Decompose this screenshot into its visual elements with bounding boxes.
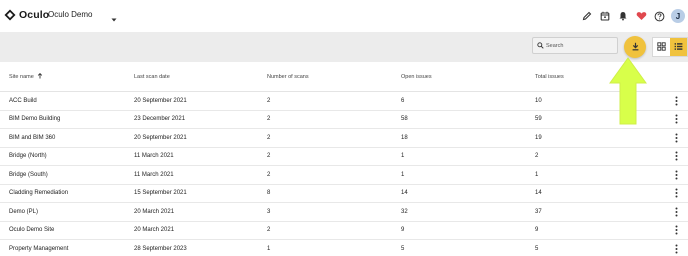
cell-last-scan-date: 28 September 2023 xyxy=(134,245,187,252)
cell-number-of-scans: 2 xyxy=(267,153,271,160)
cell-site-name[interactable]: BIM Demo Building xyxy=(9,116,60,122)
table-row[interactable]: BIM and BIM 360 20 September 2021 2 18 19 xyxy=(0,129,688,148)
grid-view-button[interactable] xyxy=(653,38,670,56)
cell-total-issues: 59 xyxy=(535,116,542,123)
column-header-total-issues[interactable]: Total issues xyxy=(535,74,564,80)
table-row[interactable]: ACC Build 20 September 2021 2 6 10 xyxy=(0,92,688,111)
row-menu-icon[interactable] xyxy=(672,150,680,162)
top-bar: Oculo Oculo Demo J xyxy=(0,0,688,32)
cell-number-of-scans: 8 xyxy=(267,190,271,197)
cell-number-of-scans: 2 xyxy=(267,171,271,178)
cell-open-issues: 1 xyxy=(401,153,405,160)
grid-view-icon xyxy=(657,38,666,56)
cell-total-issues: 19 xyxy=(535,134,542,141)
top-icons: J xyxy=(578,7,688,25)
pencil-icon[interactable] xyxy=(578,7,596,25)
cell-number-of-scans: 3 xyxy=(267,208,271,215)
cell-number-of-scans: 2 xyxy=(267,227,271,234)
cell-site-name[interactable]: Oculo Demo Site xyxy=(9,227,54,233)
table-row[interactable]: Cladding Remediation 15 September 2021 8 14… xyxy=(0,185,688,203)
cell-last-scan-date: 11 March 2021 xyxy=(134,153,174,160)
download-button[interactable] xyxy=(624,36,646,58)
cell-total-issues: 37 xyxy=(535,208,542,215)
cell-total-issues: 2 xyxy=(535,153,539,160)
table-header: Site name Last scan date Number of scans… xyxy=(0,62,688,92)
search-icon xyxy=(537,42,544,49)
cell-number-of-scans: 1 xyxy=(267,245,271,252)
view-toggle xyxy=(652,37,688,57)
table-row[interactable]: Property Management 28 September 2023 1 5 5 xyxy=(0,240,688,256)
cell-site-name[interactable]: Bridge (North) xyxy=(9,153,47,159)
sites-table: Site name Last scan date Number of scans… xyxy=(0,62,688,256)
project-selector[interactable]: Oculo Demo xyxy=(48,10,92,19)
caret-down-icon[interactable] xyxy=(110,11,118,22)
table-row[interactable]: Oculo Demo Site 20 March 2021 2 9 9 xyxy=(0,222,688,240)
user-avatar[interactable]: J xyxy=(671,9,685,23)
logo-mark-icon xyxy=(4,9,16,21)
cell-open-issues: 18 xyxy=(401,134,408,141)
cell-site-name[interactable]: Bridge (South) xyxy=(9,172,48,178)
download-icon xyxy=(631,38,640,56)
cell-last-scan-date: 11 March 2021 xyxy=(134,171,174,178)
help-icon[interactable] xyxy=(650,7,668,25)
cell-open-issues: 5 xyxy=(401,245,405,252)
table-row[interactable]: Bridge (South) 11 March 2021 2 1 1 xyxy=(0,166,688,185)
cell-total-issues: 14 xyxy=(535,190,542,197)
cell-open-issues: 9 xyxy=(401,227,405,234)
calendar-icon[interactable] xyxy=(596,7,614,25)
heart-icon[interactable] xyxy=(632,7,650,25)
cell-total-issues: 9 xyxy=(535,227,539,234)
cell-number-of-scans: 2 xyxy=(267,97,271,104)
cell-open-issues: 6 xyxy=(401,97,405,104)
cell-open-issues: 14 xyxy=(401,190,408,197)
column-header-site-name[interactable]: Site name xyxy=(9,72,43,81)
cell-open-issues: 58 xyxy=(401,116,408,123)
cell-last-scan-date: 20 March 2021 xyxy=(134,208,175,215)
bell-icon[interactable] xyxy=(614,7,632,25)
cell-open-issues: 32 xyxy=(401,208,408,215)
row-menu-icon[interactable] xyxy=(672,95,680,107)
cell-last-scan-date: 20 March 2021 xyxy=(134,227,175,234)
toolbar xyxy=(0,32,688,62)
cell-last-scan-date: 15 September 2021 xyxy=(134,190,187,197)
row-menu-icon[interactable] xyxy=(672,206,680,218)
table-row[interactable]: Bridge (North) 11 March 2021 2 1 2 xyxy=(0,148,688,166)
cell-number-of-scans: 2 xyxy=(267,116,271,123)
cell-last-scan-date: 20 September 2021 xyxy=(134,134,187,141)
project-name: Oculo Demo xyxy=(48,10,93,19)
cell-site-name[interactable]: BIM and BIM 360 xyxy=(9,135,55,141)
cell-last-scan-date: 20 September 2021 xyxy=(134,97,187,104)
column-header-number-of-scans[interactable]: Number of scans xyxy=(267,74,309,80)
column-header-label: Site name xyxy=(9,73,34,80)
annotation-arrow-icon xyxy=(608,57,648,125)
row-menu-icon[interactable] xyxy=(672,187,680,199)
logo-text: Oculo xyxy=(19,9,50,21)
cell-last-scan-date: 23 December 2021 xyxy=(134,116,186,123)
row-menu-icon[interactable] xyxy=(672,243,680,255)
table-row[interactable]: BIM Demo Building 23 December 2021 2 58 59 xyxy=(0,111,688,129)
table-row[interactable]: Demo (PL) 20 March 2021 3 32 37 xyxy=(0,203,688,222)
row-menu-icon[interactable] xyxy=(672,132,680,144)
table-body: ACC Build 20 September 2021 2 6 10 BIM Demo B… xyxy=(0,92,688,256)
search-input[interactable] xyxy=(546,42,616,49)
cell-site-name[interactable]: Cladding Remediation xyxy=(9,190,68,196)
cell-site-name[interactable]: Demo (PL) xyxy=(9,209,38,215)
oculo-logo[interactable]: Oculo xyxy=(4,9,49,21)
cell-site-name[interactable]: ACC Build xyxy=(9,98,37,104)
column-header-open-issues[interactable]: Open issues xyxy=(401,74,432,80)
row-menu-icon[interactable] xyxy=(672,113,680,125)
sort-ascending-icon[interactable] xyxy=(37,72,43,81)
list-view-button[interactable] xyxy=(670,38,687,56)
cell-total-issues: 10 xyxy=(535,97,542,104)
cell-total-issues: 5 xyxy=(535,245,539,252)
cell-site-name[interactable]: Property Management xyxy=(9,246,68,252)
list-view-icon xyxy=(674,38,683,56)
cell-number-of-scans: 2 xyxy=(267,134,271,141)
column-header-last-scan-date[interactable]: Last scan date xyxy=(134,74,170,80)
cell-open-issues: 1 xyxy=(401,171,405,178)
row-menu-icon[interactable] xyxy=(672,169,680,181)
search-box[interactable] xyxy=(532,37,618,54)
row-menu-icon[interactable] xyxy=(672,224,680,236)
cell-total-issues: 1 xyxy=(535,171,539,178)
